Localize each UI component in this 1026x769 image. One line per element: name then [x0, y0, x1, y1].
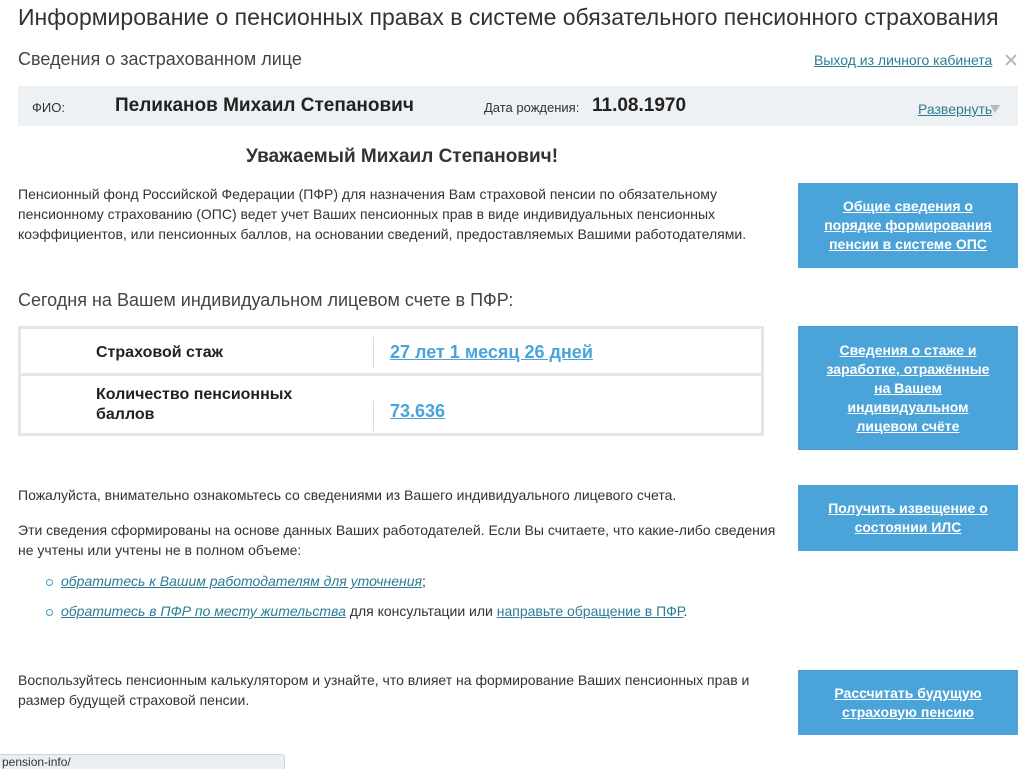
intro-text: Пенсионный фонд Российской Федерации (ПФ…	[18, 186, 747, 242]
list-item-text: для консультации или	[345, 603, 497, 619]
experience-earnings-button[interactable]: Сведения о стаже и заработке, отражённые…	[798, 326, 1018, 450]
cell-divider	[373, 337, 374, 368]
birth-date-label: Дата рождения:	[484, 100, 580, 115]
pension-points-value[interactable]: 73.636	[390, 401, 445, 422]
page-title: Информирование о пенсионных правах в сис…	[18, 4, 999, 30]
person-info-bar: ФИО: Пеликанов Михаил Степанович Дата ро…	[18, 86, 1018, 126]
ils-notice-button[interactable]: Получить извещение о состоянии ИЛС	[798, 485, 1018, 551]
account-section-title: Сегодня на Вашем индивидуальном лицевом …	[18, 290, 514, 310]
list-item-suffix: ;	[422, 573, 426, 589]
account-stats-table: Страховой стаж 27 лет 1 месяц 26 дней Ко…	[18, 326, 764, 436]
circle-bullet-icon	[46, 579, 53, 586]
action-list: обратитесь к Вашим работодателям для уто…	[46, 573, 776, 633]
review-text: Пожалуйста, внимательно ознакомьтесь со …	[18, 487, 677, 503]
contact-employers-link[interactable]: обратитесь к Вашим работодателям для уто…	[61, 573, 422, 589]
insurance-experience-value[interactable]: 27 лет 1 месяц 26 дней	[390, 342, 593, 363]
cell-divider	[373, 401, 374, 431]
section-subtitle: Сведения о застрахованном лице	[18, 49, 302, 69]
table-row: Страховой стаж 27 лет 1 месяц 26 дней	[21, 329, 761, 376]
logout-link[interactable]: Выход из личного кабинета	[814, 52, 992, 68]
table-row: Количество пенсионных баллов 73.636	[21, 376, 761, 433]
contact-pfr-office-link[interactable]: обратитесь в ПФР по месту жительства	[61, 603, 346, 619]
list-item: обратитесь к Вашим работодателям для уто…	[46, 573, 776, 593]
birth-date-value: 11.08.1970	[592, 95, 687, 116]
triangle-down-icon[interactable]	[990, 105, 1000, 113]
close-icon[interactable]	[1003, 52, 1019, 68]
general-info-button[interactable]: Общие сведения о порядке формирования пе…	[798, 183, 1018, 268]
expand-link[interactable]: Развернуть	[918, 101, 992, 117]
circle-bullet-icon	[46, 609, 53, 616]
calculator-text: Воспользуйтесь пенсионным калькулятором …	[18, 672, 750, 708]
list-item-suffix: .	[683, 603, 688, 619]
pension-points-label: Количество пенсионных баллов	[96, 386, 293, 423]
list-item: обратитесь в ПФР по месту жительства для…	[46, 603, 776, 623]
employer-text: Эти сведения сформированы на основе данн…	[18, 522, 776, 558]
fio-label: ФИО:	[32, 100, 65, 115]
fio-value: Пеликанов Михаил Степанович	[115, 95, 414, 116]
insurance-experience-label: Страховой стаж	[96, 344, 223, 361]
send-appeal-link[interactable]: направьте обращение в ПФР	[497, 603, 684, 619]
greeting-heading: Уважаемый Михаил Степанович!	[246, 146, 559, 167]
status-url-tooltip: pension-info/	[0, 754, 285, 769]
status-url: pension-info/	[2, 755, 71, 769]
pension-calculator-button[interactable]: Рассчитать будущую страховую пенсию	[798, 670, 1018, 735]
